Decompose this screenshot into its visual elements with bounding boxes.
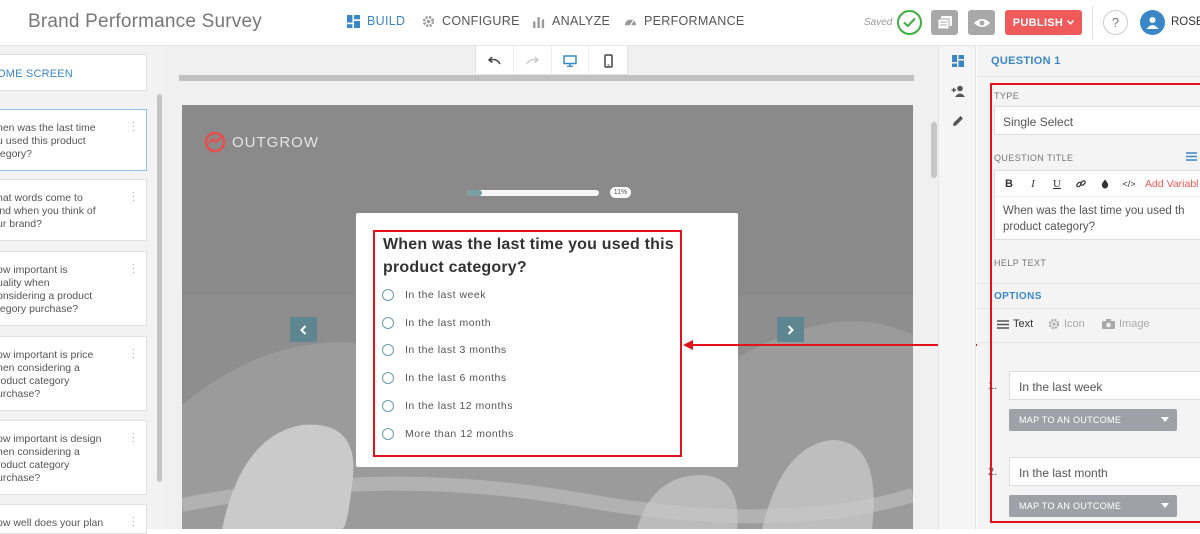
divider <box>1092 6 1093 39</box>
tab-label: BUILD <box>367 14 406 28</box>
tab-label: CONFIGURE <box>442 14 520 28</box>
edit-tab[interactable] <box>939 106 977 136</box>
more-icon[interactable]: · · · <box>132 188 135 206</box>
chevron-right-icon <box>787 324 794 335</box>
tab-performance[interactable]: PERFORMANCE <box>624 14 745 28</box>
previous-screen-edge <box>179 75 914 81</box>
add-user-icon <box>951 85 965 97</box>
sidebar-item-question-2[interactable]: hat words come to ind when you think of … <box>0 179 147 241</box>
more-icon[interactable]: · · · <box>132 260 135 278</box>
progress-fill <box>467 190 482 196</box>
mobile-icon <box>603 53 613 68</box>
canvas-toolbar <box>475 46 628 75</box>
sidebar-item-label: OME SCREEN <box>0 68 73 80</box>
mobile-view-button[interactable] <box>589 46 627 75</box>
sidebar-item-label: hat words come to ind when you think of … <box>0 192 96 230</box>
sidebar-item-question-5[interactable]: ow important is design hen considering a… <box>0 420 147 495</box>
logo-text: OUTGROW <box>232 133 319 151</box>
eye-icon <box>973 18 990 27</box>
more-icon[interactable]: · · · <box>132 429 135 447</box>
pages-icon <box>937 16 952 29</box>
outgrow-logo: OUTGROW <box>204 131 319 153</box>
tab-configure[interactable]: CONFIGURE <box>422 14 520 28</box>
sidebar-item-question-1[interactable]: hen was the last time u used this produc… <box>0 109 147 171</box>
sidebar-item-question-6[interactable]: ow well does your plan · · · <box>0 504 147 534</box>
canvas-scrollbar[interactable] <box>931 122 937 178</box>
design-tab[interactable] <box>939 46 977 76</box>
divider <box>977 76 1200 77</box>
saved-status: Saved <box>864 17 893 28</box>
tab-label: PERFORMANCE <box>644 14 745 28</box>
progress-label: 11% <box>610 187 631 198</box>
tab-analyze[interactable]: ANALYZE <box>532 14 610 28</box>
sidebar-item-label: ow important is uality when onsidering a… <box>0 264 93 315</box>
sidebar-item-question-3[interactable]: ow important is uality when onsidering a… <box>0 251 147 326</box>
more-icon[interactable]: · · · <box>132 118 135 136</box>
tab-build[interactable]: BUILD <box>347 14 405 28</box>
desktop-view-button[interactable] <box>552 46 590 75</box>
user-name[interactable]: ROSE <box>1171 16 1200 28</box>
question-highlight-box <box>373 230 682 457</box>
sidebar-item-label: ow well does your plan <box>0 517 104 529</box>
publish-button[interactable]: PUBLISH <box>1005 10 1082 35</box>
prev-question-button[interactable] <box>290 317 317 342</box>
gauge-icon <box>624 19 637 26</box>
gear-icon <box>422 15 435 27</box>
progress-bar <box>467 190 599 196</box>
more-icon[interactable]: · · · <box>132 513 135 531</box>
sidebar-item-welcome[interactable]: OME SCREEN <box>0 54 147 91</box>
add-user-tab[interactable] <box>939 76 977 106</box>
question-sidebar: OME SCREEN hen was the last time u used … <box>0 46 163 534</box>
tab-label: ANALYZE <box>552 14 611 28</box>
desktop-icon <box>563 54 577 67</box>
settings-highlight-box <box>990 83 1200 523</box>
pencil-icon <box>953 116 963 126</box>
panel-header: QUESTION 1 <box>991 55 1061 67</box>
logo-icon <box>204 131 226 153</box>
chevron-left-icon <box>300 324 307 335</box>
redo-icon <box>525 56 539 65</box>
grid-icon <box>347 14 360 28</box>
sidebar-item-label: ow important is design hen considering a… <box>0 433 102 484</box>
sidebar-item-label: hen was the last time u used this produc… <box>0 122 96 160</box>
sidebar-item-label: ow important is price hen considering a … <box>0 349 94 400</box>
top-bar: Brand Performance Survey BUILD CONFIGURE… <box>0 0 1200 46</box>
avatar[interactable] <box>1140 10 1165 35</box>
redo-button[interactable] <box>514 46 552 75</box>
sidebar-item-question-4[interactable]: ow important is price hen considering a … <box>0 336 147 411</box>
publish-label: PUBLISH <box>1012 16 1064 29</box>
bar-chart-icon <box>533 16 545 28</box>
user-icon <box>1146 17 1159 29</box>
sidebar-scrollbar[interactable] <box>157 94 162 482</box>
app-title: Brand Performance Survey <box>28 11 262 32</box>
help-button[interactable]: ? <box>1103 10 1128 35</box>
undo-button[interactable] <box>476 46 514 75</box>
grid-icon <box>952 55 964 67</box>
check-icon <box>897 10 922 35</box>
preview-button[interactable] <box>968 10 995 35</box>
undo-icon <box>487 56 501 65</box>
more-icon[interactable]: · · · <box>132 345 135 363</box>
chevron-down-icon <box>1067 20 1075 25</box>
panel-icon-column <box>938 46 976 529</box>
pages-button[interactable] <box>931 10 958 35</box>
